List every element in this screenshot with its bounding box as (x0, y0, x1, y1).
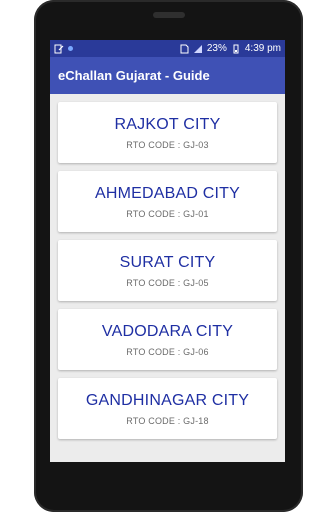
edit-icon (54, 44, 64, 53)
city-card-ahmedabad[interactable]: AHMEDABAD CITY RTO CODE : GJ-01 (58, 171, 277, 232)
rto-code: RTO CODE : GJ-03 (126, 139, 209, 150)
rto-code: RTO CODE : GJ-06 (126, 346, 209, 357)
status-right: 23% 4:39 pm (179, 43, 281, 54)
app-title: eChallan Gujarat - Guide (58, 68, 210, 83)
city-card-vadodara[interactable]: VADODARA CITY RTO CODE : GJ-06 (58, 309, 277, 370)
app-bar: eChallan Gujarat - Guide (50, 57, 285, 94)
phone-bottom-bezel (34, 462, 303, 512)
city-list: RAJKOT CITY RTO CODE : GJ-03 AHMEDABAD C… (50, 94, 285, 439)
city-name: VADODARA CITY (101, 322, 234, 340)
city-card-surat[interactable]: SURAT CITY RTO CODE : GJ-05 (58, 240, 277, 301)
battery-percent: 23% (206, 43, 227, 54)
city-card-gandhinagar[interactable]: GANDHINAGAR CITY RTO CODE : GJ-18 (58, 378, 277, 439)
rto-code: RTO CODE : GJ-05 (126, 277, 209, 288)
signal-icon (193, 44, 202, 53)
screen: 23% 4:39 pm eChallan Gujarat - Guide RAJ… (50, 40, 285, 462)
notification-dot-icon (68, 46, 73, 51)
sim-icon (180, 44, 189, 53)
city-name: AHMEDABAD CITY (94, 184, 241, 202)
city-name: GANDHINAGAR CITY (85, 391, 250, 409)
status-bar: 23% 4:39 pm (50, 40, 285, 57)
city-name: RAJKOT CITY (114, 115, 221, 133)
rto-code: RTO CODE : GJ-01 (126, 208, 209, 219)
status-left (54, 44, 73, 54)
speaker-grille (153, 12, 185, 18)
city-name: SURAT CITY (119, 253, 216, 271)
battery-icon (233, 44, 239, 53)
status-time: 4:39 pm (244, 43, 281, 54)
city-card-rajkot[interactable]: RAJKOT CITY RTO CODE : GJ-03 (58, 102, 277, 163)
rto-code: RTO CODE : GJ-18 (126, 415, 209, 426)
